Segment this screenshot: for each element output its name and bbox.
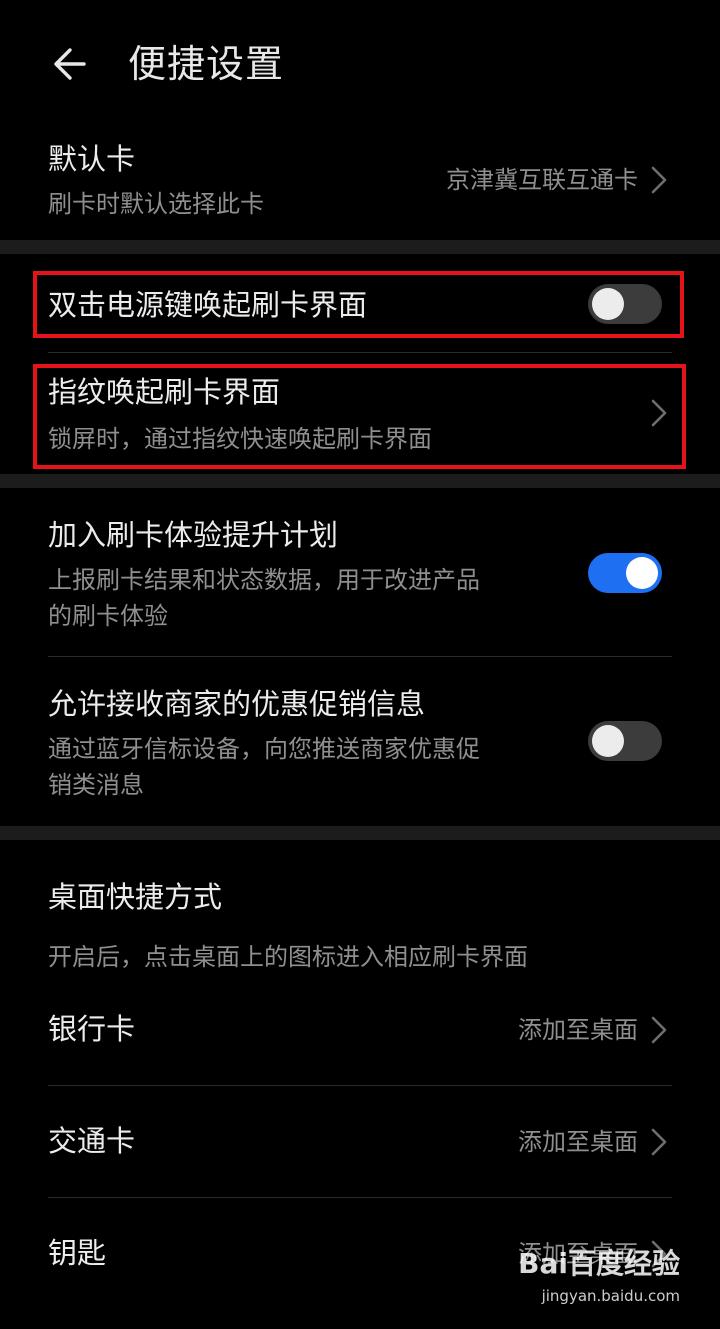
- experience-plan-subtitle-2: 的刷卡体验: [48, 602, 168, 630]
- watermark-url: jingyan.baidu.com: [541, 1287, 680, 1305]
- default-card-subtitle: 刷卡时默认选择此卡: [48, 190, 264, 218]
- chevron-right-icon: [648, 1125, 670, 1159]
- experience-plan-row[interactable]: 加入刷卡体验提升计划 上报刷卡结果和状态数据，用于改进产品 的刷卡体验: [0, 490, 720, 656]
- shortcut-label: 交通卡: [48, 1124, 136, 1158]
- promotions-toggle[interactable]: [588, 721, 662, 761]
- toggle-knob: [626, 557, 658, 589]
- fingerprint-row[interactable]: 指纹唤起刷卡界面 锁屏时，通过指纹快速唤起刷卡界面: [0, 353, 720, 473]
- shortcut-item-bank-card[interactable]: 银行卡 添加至桌面: [0, 974, 720, 1084]
- baidu-jingyan-watermark: Bai百度经验 jingyan.baidu.com: [518, 1246, 680, 1316]
- chevron-right-icon: [648, 1013, 670, 1047]
- watermark-logo: Bai百度经验: [518, 1247, 680, 1280]
- toggle-knob: [592, 725, 624, 757]
- promotions-title: 允许接收商家的优惠促销信息: [48, 687, 426, 721]
- experience-plan-title: 加入刷卡体验提升计划: [48, 518, 339, 552]
- chevron-right-icon: [648, 163, 670, 197]
- shortcut-label: 钥匙: [48, 1236, 107, 1270]
- promotions-row[interactable]: 允许接收商家的优惠促销信息 通过蓝牙信标设备，向您推送商家优惠促 销类消息: [0, 657, 720, 825]
- promotions-subtitle-1: 通过蓝牙信标设备，向您推送商家优惠促: [48, 735, 480, 763]
- promotions-subtitle-2: 销类消息: [48, 771, 144, 799]
- add-to-desktop-link[interactable]: 添加至桌面: [518, 1014, 638, 1046]
- double-press-toggle[interactable]: [588, 284, 662, 324]
- shortcut-label: 银行卡: [48, 1012, 136, 1046]
- page-title: 便捷设置: [128, 42, 285, 86]
- experience-plan-toggle[interactable]: [588, 553, 662, 593]
- settings-screen: 便捷设置 默认卡 刷卡时默认选择此卡 京津冀互联互通卡 双击电源键唤起刷卡界面 …: [0, 0, 720, 1329]
- shortcut-item-transit-card[interactable]: 交通卡 添加至桌面: [0, 1086, 720, 1196]
- shortcuts-description: 开启后，点击桌面上的图标进入相应刷卡界面: [48, 943, 528, 971]
- chevron-right-icon: [648, 396, 670, 430]
- toggle-knob: [592, 288, 624, 320]
- back-button[interactable]: [46, 38, 98, 90]
- app-header: 便捷设置: [0, 0, 720, 128]
- default-card-row[interactable]: 默认卡 刷卡时默认选择此卡 京津冀互联互通卡: [0, 128, 720, 238]
- add-to-desktop-link[interactable]: 添加至桌面: [518, 1126, 638, 1158]
- double-press-row[interactable]: 双击电源键唤起刷卡界面: [0, 256, 720, 352]
- fingerprint-subtitle: 锁屏时，通过指纹快速唤起刷卡界面: [48, 425, 432, 453]
- default-card-value: 京津冀互联互通卡: [446, 166, 638, 194]
- section-gap: [0, 240, 720, 254]
- default-card-title: 默认卡: [48, 142, 136, 176]
- section-gap: [0, 826, 720, 840]
- fingerprint-title: 指纹唤起刷卡界面: [48, 375, 281, 409]
- back-arrow-icon: [54, 48, 86, 80]
- shortcuts-section-title: 桌面快捷方式: [48, 880, 223, 914]
- experience-plan-subtitle-1: 上报刷卡结果和状态数据，用于改进产品: [48, 566, 480, 594]
- section-gap: [0, 474, 720, 488]
- double-press-title: 双击电源键唤起刷卡界面: [48, 288, 368, 322]
